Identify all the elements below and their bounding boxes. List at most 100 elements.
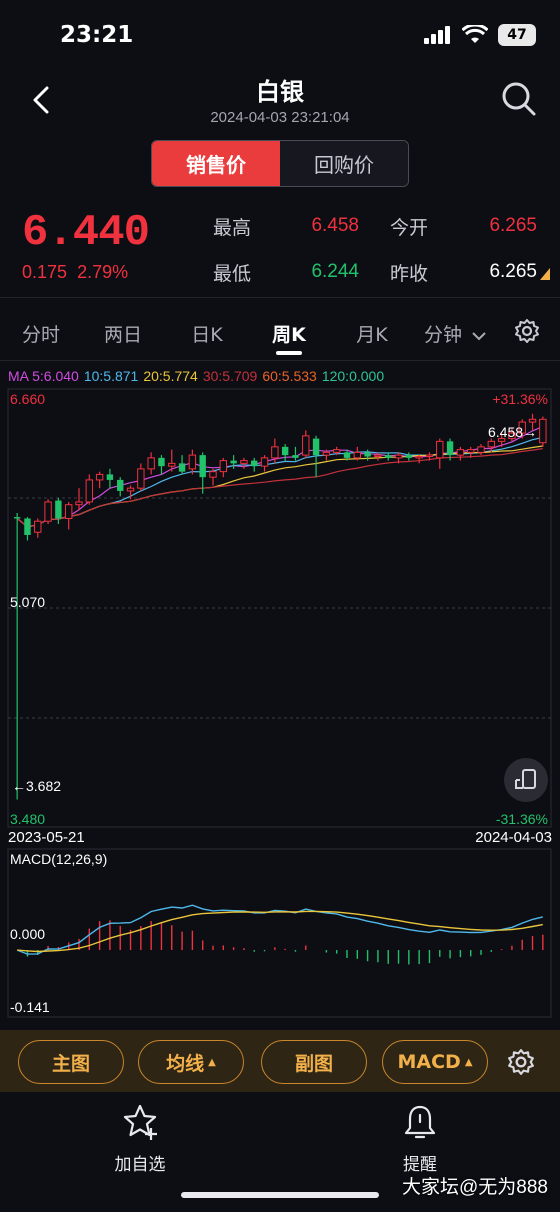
open-value: 6.265: [489, 215, 537, 236]
prev-close-label: 昨收: [390, 263, 429, 285]
candle-body: [85, 479, 94, 503]
level-label: 5.070: [10, 594, 46, 610]
candle-body: [64, 504, 73, 519]
search-icon[interactable]: [500, 80, 538, 118]
candle-body: [147, 457, 155, 470]
wifi-icon: [462, 25, 488, 43]
candle-body: [456, 449, 465, 456]
tab-monthly-k[interactable]: 月K: [349, 320, 395, 347]
candle-body: [55, 500, 62, 519]
candle-body: [477, 446, 485, 453]
candle-body: [117, 479, 124, 491]
candle-body: [199, 455, 206, 478]
ma-legend-item: 10:5.871: [83, 368, 139, 384]
candle-body: [374, 454, 382, 457]
prev-close-value: 6.265: [489, 261, 537, 282]
ma-legend-item: 60:5.533: [262, 368, 317, 384]
candle-body: [436, 440, 444, 459]
price-type-toggle: 销售价 回购价: [151, 140, 409, 187]
open-label: 今开: [390, 217, 429, 239]
candle-body: [44, 501, 52, 522]
watermark: 大家坛@无为888: [402, 1177, 548, 1198]
ma-button[interactable]: 均线 ▲: [138, 1040, 244, 1084]
chart-toolbar: 主图 均线 ▲ 副图 MACD ▲: [0, 1030, 560, 1092]
page-title: 白银: [256, 78, 304, 106]
active-tab-indicator: [276, 351, 302, 355]
high-label: 最高: [213, 217, 252, 239]
candlestick-chart[interactable]: [0, 388, 560, 828]
candle-body: [528, 418, 537, 423]
ma-label: 均线: [166, 1052, 205, 1075]
candle-body: [168, 462, 176, 467]
price-change: 0.175 2.79%: [22, 262, 128, 283]
candle-body: [343, 452, 351, 458]
candle-body: [240, 460, 248, 464]
candle-body: [95, 473, 104, 481]
status-icons: 47: [424, 24, 536, 46]
ma-legend-item: 20:5.774: [143, 368, 198, 384]
candle-body: [415, 455, 423, 459]
divider: [0, 297, 560, 298]
tab-two-day[interactable]: 两日: [100, 320, 146, 347]
rotate-screen-icon: [515, 769, 536, 789]
low-label: 最低: [213, 263, 252, 285]
low-value: 6.244: [311, 261, 359, 282]
tab-minute[interactable]: 分钟: [420, 320, 490, 347]
change-percent: 2.79%: [77, 262, 129, 282]
indicator-label: MACD: [397, 1051, 461, 1073]
chevron-down-icon: [472, 332, 486, 341]
tab-weekly-k[interactable]: 周K: [266, 320, 312, 347]
sub-chart-label: 副图: [294, 1052, 333, 1075]
date-end: 2024-04-03: [475, 829, 552, 846]
macd-zero-label: 0.000: [10, 926, 46, 942]
divider: [0, 360, 560, 361]
tab-intraday[interactable]: 分时: [18, 320, 64, 347]
candle-body: [353, 451, 362, 459]
candle-body: [13, 517, 21, 519]
candle-body: [209, 471, 217, 478]
main-chart-button[interactable]: 主图: [18, 1040, 124, 1084]
candle-body: [446, 441, 454, 456]
candle-body: [137, 468, 145, 489]
gear-icon[interactable]: [514, 318, 540, 344]
caret-up-icon: ▲: [208, 1056, 216, 1068]
sub-chart-button[interactable]: 副图: [261, 1040, 367, 1084]
candle-body: [364, 452, 371, 457]
candle-body: [322, 451, 331, 456]
fullscreen-button[interactable]: [504, 758, 548, 802]
sale-price-tab[interactable]: 销售价: [152, 141, 280, 186]
candle-body: [158, 457, 165, 467]
candle-body: [126, 487, 135, 492]
tab-daily-k[interactable]: 日K: [184, 320, 230, 347]
min-price-marker: ←3.682: [12, 778, 62, 794]
candle-body: [34, 520, 42, 533]
axis-bottom-left: 3.480: [10, 811, 46, 827]
candle-body: [75, 501, 83, 506]
ma-legend-item: MA 5:6.040: [8, 368, 79, 384]
candle-body: [405, 455, 413, 458]
candle-body: [260, 457, 269, 467]
candle-body: [466, 449, 475, 453]
home-indicator: [181, 1192, 379, 1198]
macd-dea-line: [17, 910, 543, 953]
axis-bottom-right: -31.36%: [495, 811, 548, 827]
indicator-button[interactable]: MACD ▲: [382, 1040, 488, 1084]
macd-chart[interactable]: [0, 848, 560, 1018]
alert-button[interactable]: 提醒: [375, 1102, 465, 1175]
candle-body: [487, 440, 496, 448]
signal-icon: [424, 26, 450, 44]
candle-body: [332, 449, 341, 453]
tab-minute-label: 分钟: [423, 324, 462, 346]
star-plus-icon: [123, 1104, 157, 1140]
candles: [13, 413, 547, 800]
add-watchlist-button[interactable]: 加自选: [95, 1102, 185, 1175]
main-chart-label: 主图: [51, 1052, 90, 1075]
macd-label: MACD(12,26,9): [10, 851, 108, 867]
date-start: 2023-05-21: [8, 829, 85, 846]
buyback-price-tab[interactable]: 回购价: [280, 141, 408, 186]
candle-body: [539, 418, 547, 444]
toolbar-settings-icon[interactable]: [507, 1048, 535, 1076]
add-watchlist-label: 加自选: [114, 1155, 166, 1175]
candle-body: [219, 460, 228, 473]
candle-body: [312, 438, 320, 456]
